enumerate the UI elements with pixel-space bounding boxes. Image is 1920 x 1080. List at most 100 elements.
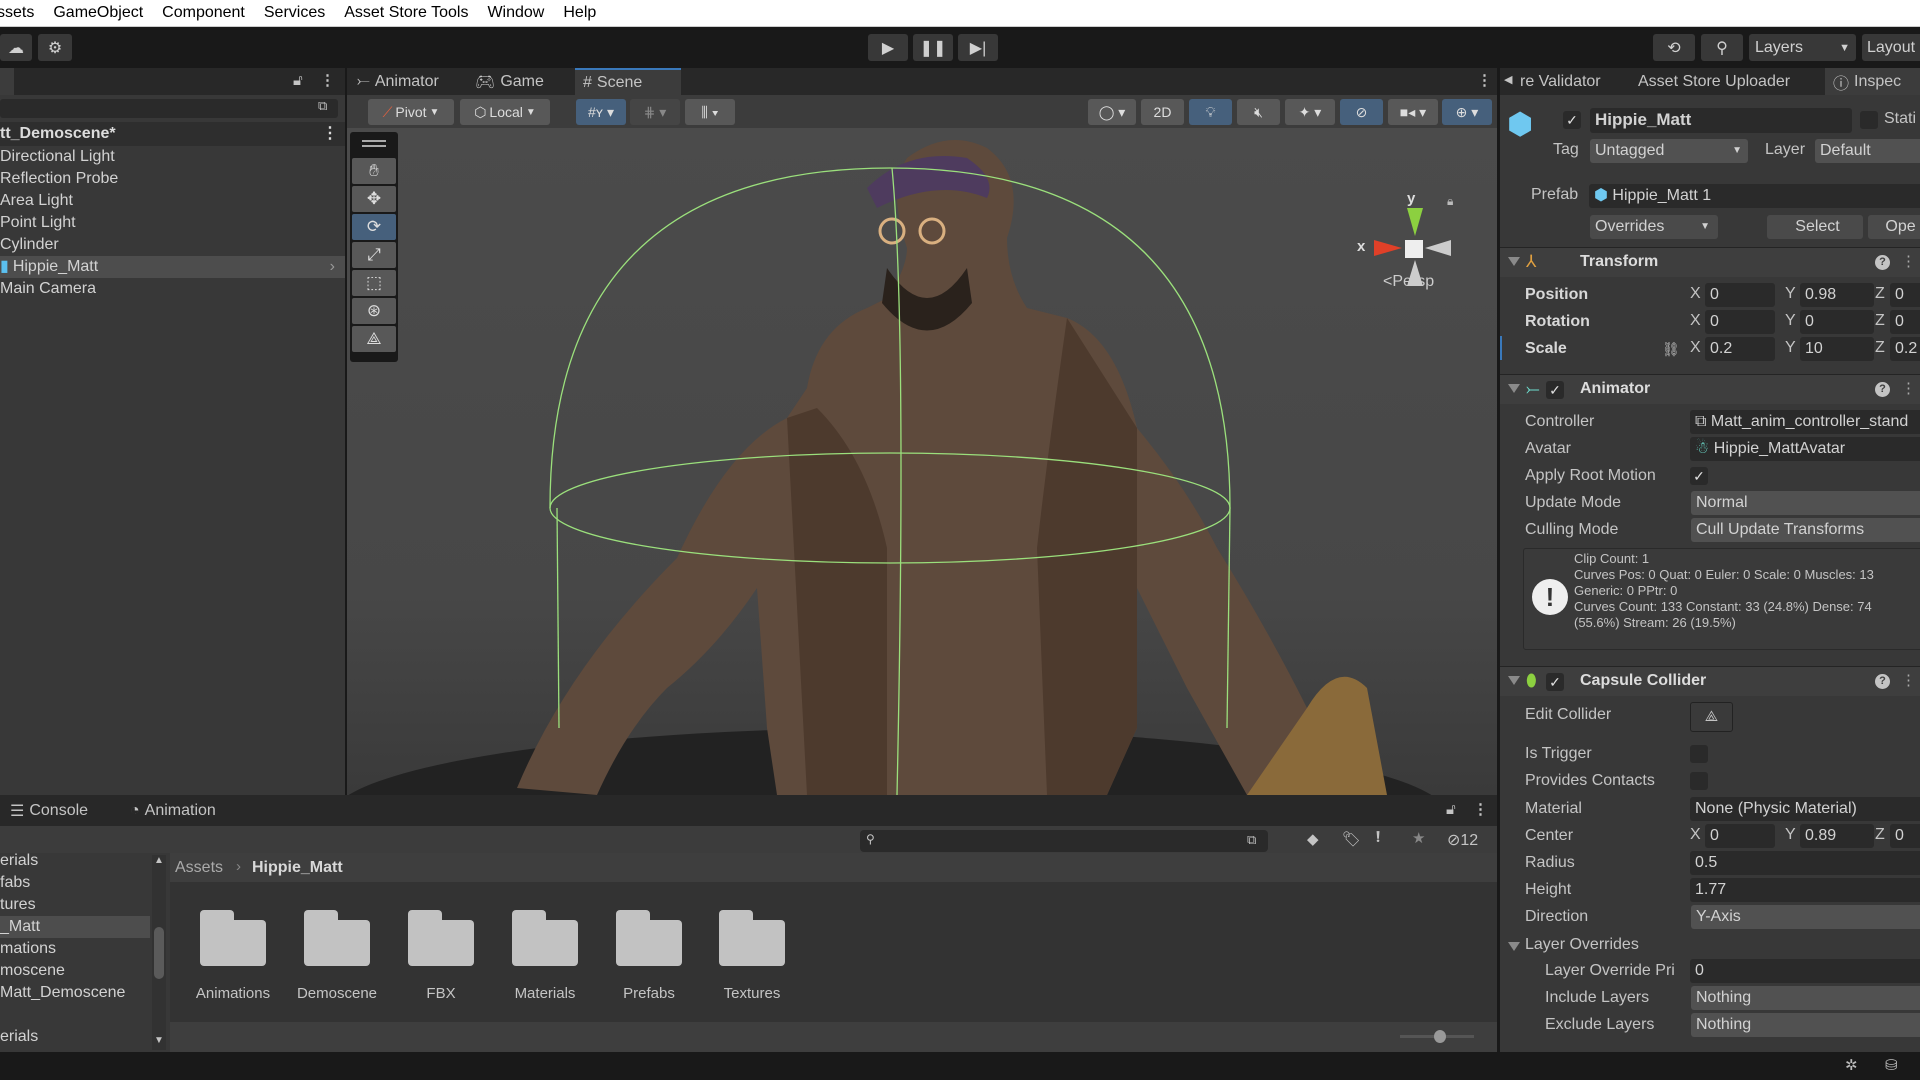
folder-icon[interactable]	[200, 910, 266, 966]
warning-icon[interactable]: ❗︎	[1376, 829, 1380, 846]
scale-y-field[interactable]: 10	[1800, 337, 1874, 361]
hierarchy-item[interactable]: ▮ › Hippie_Matt	[0, 256, 345, 278]
hidden-packages-toggle[interactable]: ⊘12	[1447, 830, 1478, 850]
scene-viewport[interactable]: y x 🔒︎ <Persp	[347, 128, 1497, 795]
lock-icon[interactable]: 🔓︎	[1446, 801, 1456, 818]
rect-tool[interactable]: ⬚	[352, 270, 396, 296]
settings-button[interactable]: ⚙	[38, 34, 72, 61]
controller-field[interactable]: ⧉ Matt_anim_controller_stand	[1690, 410, 1920, 434]
camera-dropdown[interactable]: ■◂ ▾	[1388, 99, 1438, 125]
collapse-triangle-icon[interactable]	[1508, 257, 1520, 266]
scrollbar-thumb[interactable]	[154, 927, 164, 979]
position-z-field[interactable]: 0	[1890, 283, 1920, 307]
step-button[interactable]: ▶|	[958, 34, 998, 61]
help-icon[interactable]: ?	[1875, 674, 1890, 689]
hierarchy-search-input[interactable]	[0, 99, 338, 118]
folder-label[interactable]: Materials	[490, 985, 600, 1002]
scene-menu-icon[interactable]: ⋮	[322, 122, 338, 146]
project-search-input[interactable]: ⚲ ⧉	[860, 830, 1268, 852]
tab-inspector[interactable]: ⓘ Inspec	[1825, 68, 1920, 95]
hierarchy-item[interactable]: Directional Light	[0, 146, 345, 168]
tab-animator[interactable]: ⤚ Animator	[349, 68, 447, 95]
debug-bug-icon[interactable]: ✲	[1845, 1056, 1858, 1074]
hand-tool[interactable]: ✋︎	[352, 158, 396, 184]
cloud-button[interactable]: ☁	[0, 34, 32, 61]
tab-animation[interactable]: ◔ Animation	[122, 795, 224, 826]
preset-icon[interactable]: ⋮	[1901, 671, 1916, 689]
breadcrumb-assets[interactable]: Assets	[175, 859, 223, 877]
2d-toggle[interactable]: 2D	[1141, 99, 1184, 125]
shading-mode-dropdown[interactable]: ◯ ▾	[1088, 99, 1136, 125]
pivot-dropdown[interactable]: ⟋ Pivot ▼	[368, 99, 454, 125]
menu-assets[interactable]: ssets	[0, 4, 34, 22]
project-tree-item[interactable]: mations	[0, 938, 150, 960]
chevron-right-icon[interactable]: ›	[330, 256, 335, 278]
scale-z-field[interactable]: 0.2	[1890, 337, 1920, 361]
z-axis-cone[interactable]	[1425, 240, 1451, 256]
project-tree-item[interactable]: Matt_Demoscene	[0, 982, 150, 1004]
tab-asset-store-uploader[interactable]: Asset Store Uploader	[1630, 68, 1798, 95]
search-by-type-icon[interactable]: ⧉	[318, 98, 327, 114]
project-tree-item[interactable]: moscene	[0, 960, 150, 982]
grid-snap-button[interactable]: ⋕ ▾	[630, 99, 680, 125]
rotation-x-field[interactable]: 0	[1705, 310, 1775, 334]
folder-label[interactable]: Prefabs	[594, 985, 704, 1002]
play-button[interactable]: ▶	[868, 34, 908, 61]
folder-icon[interactable]	[719, 910, 785, 966]
project-tree-item[interactable]: tures	[0, 894, 150, 916]
kebab-menu-icon[interactable]: ⋮	[1473, 800, 1488, 818]
rotate-tool[interactable]: ⟳	[352, 214, 396, 240]
avatar-field[interactable]: ☃ Hippie_MattAvatar	[1690, 437, 1920, 461]
folder-icon[interactable]	[616, 910, 682, 966]
tree-scrollbar[interactable]: ▲ ▼	[152, 855, 166, 1050]
search-button[interactable]: ⚲	[1701, 34, 1743, 61]
rotation-y-field[interactable]: 0	[1800, 310, 1874, 334]
hierarchy-item[interactable]: Reflection Probe	[0, 168, 345, 190]
component-header[interactable]: ⬮ ✓ Capsule Collider? ⋮	[1500, 666, 1920, 696]
project-tree-item[interactable]: _Matt	[0, 916, 150, 938]
project-tree-item[interactable]: erials	[0, 850, 150, 872]
slider-thumb[interactable]	[1434, 1030, 1446, 1043]
tab-scene[interactable]: # Scene	[575, 68, 681, 95]
search-by-type-icon[interactable]: ⧉	[1247, 832, 1256, 848]
layer-dropdown[interactable]: Default	[1815, 139, 1920, 163]
active-checkbox[interactable]: ✓	[1563, 111, 1581, 129]
local-dropdown[interactable]: ⬡ Local ▼	[460, 99, 550, 125]
hidden-objects-toggle[interactable]: ⊘	[1340, 99, 1383, 125]
prefab-field[interactable]: ⬢ Hippie_Matt 1	[1589, 184, 1920, 208]
rotation-z-field[interactable]: 0	[1890, 310, 1920, 334]
hierarchy-item[interactable]: Cylinder	[0, 234, 345, 256]
increment-snap-button[interactable]: ⫼ ▾	[685, 99, 735, 125]
pause-button[interactable]: ❚❚	[913, 34, 953, 61]
preset-icon[interactable]: ⋮	[1901, 252, 1916, 270]
kebab-menu-icon[interactable]: ⋮	[320, 71, 335, 89]
include-layers-dropdown[interactable]: Nothing	[1691, 986, 1920, 1010]
apply-root-motion-checkbox[interactable]: ✓	[1690, 467, 1708, 485]
label-tag-icon[interactable]: 🏷︎	[1342, 830, 1361, 848]
gizmos-dropdown[interactable]: ⊕ ▾	[1442, 99, 1492, 125]
project-tree-item[interactable]: erials	[0, 1026, 150, 1048]
custom-tool[interactable]: ⟁	[352, 326, 396, 352]
menu-window[interactable]: Window	[487, 4, 544, 22]
star-icon[interactable]: ★	[1412, 829, 1425, 847]
folder-icon[interactable]	[304, 910, 370, 966]
object-name-input[interactable]: Hippie_Matt	[1590, 108, 1852, 133]
center-z-field[interactable]: 0	[1890, 824, 1920, 848]
scene-header[interactable]: tt_Demoscene* ⋮	[0, 122, 345, 146]
folder-label[interactable]: Demoscene	[282, 985, 392, 1002]
y-axis-cone[interactable]	[1407, 208, 1423, 236]
tab-console[interactable]: ☰ Console	[2, 795, 96, 826]
cache-server-icon[interactable]: ⛁	[1885, 1056, 1898, 1074]
center-cube[interactable]	[1405, 240, 1423, 258]
open-button[interactable]: Ope	[1868, 215, 1920, 239]
menu-asset-store-tools[interactable]: Asset Store Tools	[344, 4, 468, 22]
layers-dropdown[interactable]: Layers ▼	[1749, 34, 1856, 61]
folder-label[interactable]: FBX	[386, 985, 496, 1002]
material-field[interactable]: None (Physic Material)	[1690, 797, 1920, 821]
collapse-triangle-icon[interactable]	[1508, 676, 1520, 685]
constrain-proportions-icon[interactable]: ⛓	[1662, 341, 1680, 358]
collapse-triangle-icon[interactable]	[1508, 384, 1520, 393]
component-header[interactable]: ⅄ Transform? ⋮	[1500, 247, 1920, 277]
filter-by-type-icon[interactable]: ◆	[1307, 830, 1319, 848]
kebab-menu-icon[interactable]: ⋮	[1477, 71, 1492, 89]
